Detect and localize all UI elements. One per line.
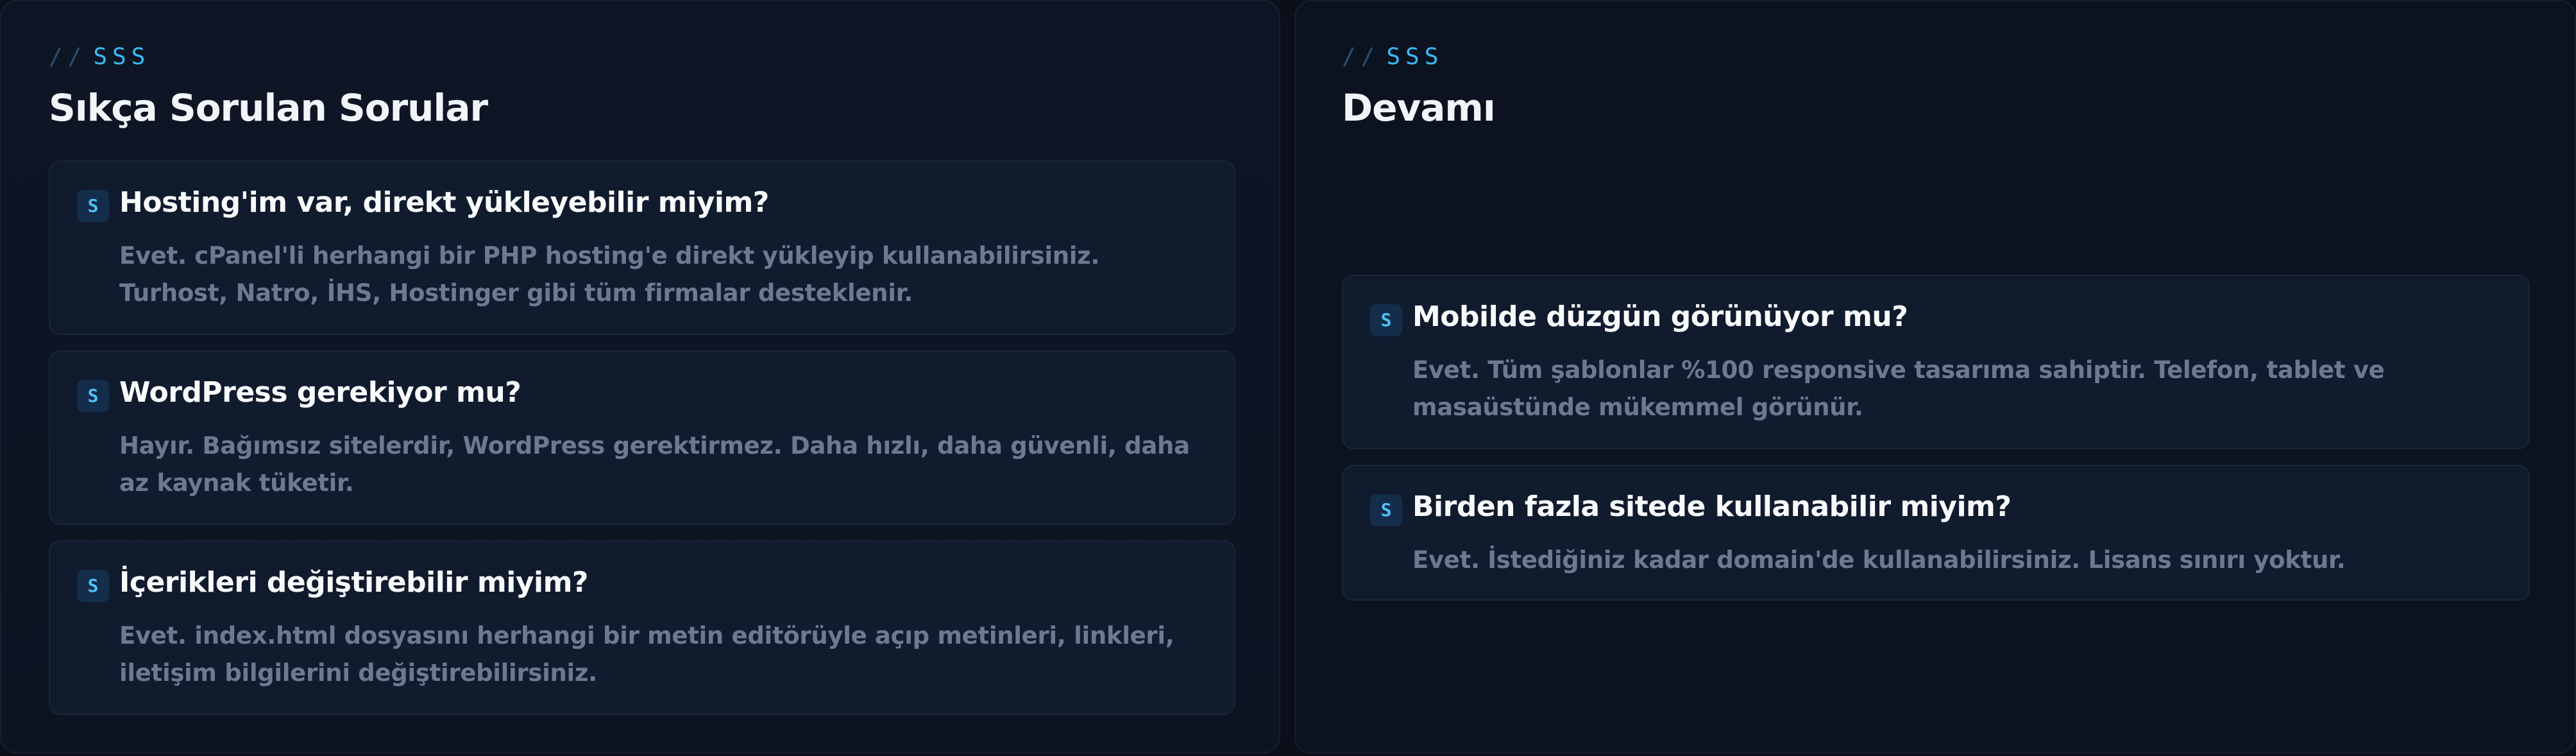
faq-answer: Evet. index.html dosyasını herhangi bir … — [119, 622, 1174, 687]
eyebrow-label: SSS — [93, 44, 151, 70]
faq-item[interactable]: S İçerikleri değiştirebilir miyim? Evet.… — [49, 540, 1235, 715]
faq-question: İçerikleri değiştirebilir miyim? — [119, 566, 588, 599]
faq-panel-right: //SSS Devamı S Mobilde düzgün görünüyor … — [1294, 0, 2576, 753]
faq-item[interactable]: S Hosting'im var, direkt yükleyebilir mi… — [49, 160, 1235, 335]
faq-item[interactable]: S Mobilde düzgün görünüyor mu? Evet. Tüm… — [1342, 275, 2530, 449]
faq-badge: S — [77, 190, 109, 222]
section-eyebrow: //SSS — [49, 44, 150, 70]
faq-badge: S — [1370, 304, 1402, 336]
faq-item[interactable]: S WordPress gerekiyor mu? Hayır. Bağımsı… — [49, 350, 1235, 525]
faq-answer: Evet. cPanel'li herhangi bir PHP hosting… — [119, 242, 1100, 307]
faq-panel-left: //SSS Sıkça Sorulan Sorular S Hosting'im… — [0, 0, 1280, 753]
section-title: Devamı — [1342, 86, 1496, 130]
faq-answer: Hayır. Bağımsız sitelerdir, WordPress ge… — [119, 432, 1190, 497]
faq-badge: S — [1370, 494, 1402, 526]
faq-item[interactable]: S Birden fazla sitede kullanabilir miyim… — [1342, 465, 2530, 601]
eyebrow-label: SSS — [1386, 44, 1444, 70]
faq-badge: S — [77, 570, 109, 602]
faq-question: Birden fazla sitede kullanabilir miyim? — [1412, 490, 2012, 523]
section-eyebrow: //SSS — [1342, 44, 1443, 70]
section-title: Sıkça Sorulan Sorular — [49, 86, 488, 130]
eyebrow-slash: // — [1342, 44, 1380, 70]
faq-question: Hosting'im var, direkt yükleyebilir miyi… — [119, 186, 769, 219]
faq-badge: S — [77, 380, 109, 412]
eyebrow-slash: // — [49, 44, 87, 70]
faq-question: Mobilde düzgün görünüyor mu? — [1412, 300, 1908, 333]
faq-answer: Evet. Tüm şablonlar %100 responsive tasa… — [1412, 356, 2385, 421]
faq-question: WordPress gerekiyor mu? — [119, 376, 521, 409]
faq-answer: Evet. İstediğiniz kadar domain'de kullan… — [1412, 546, 2346, 574]
